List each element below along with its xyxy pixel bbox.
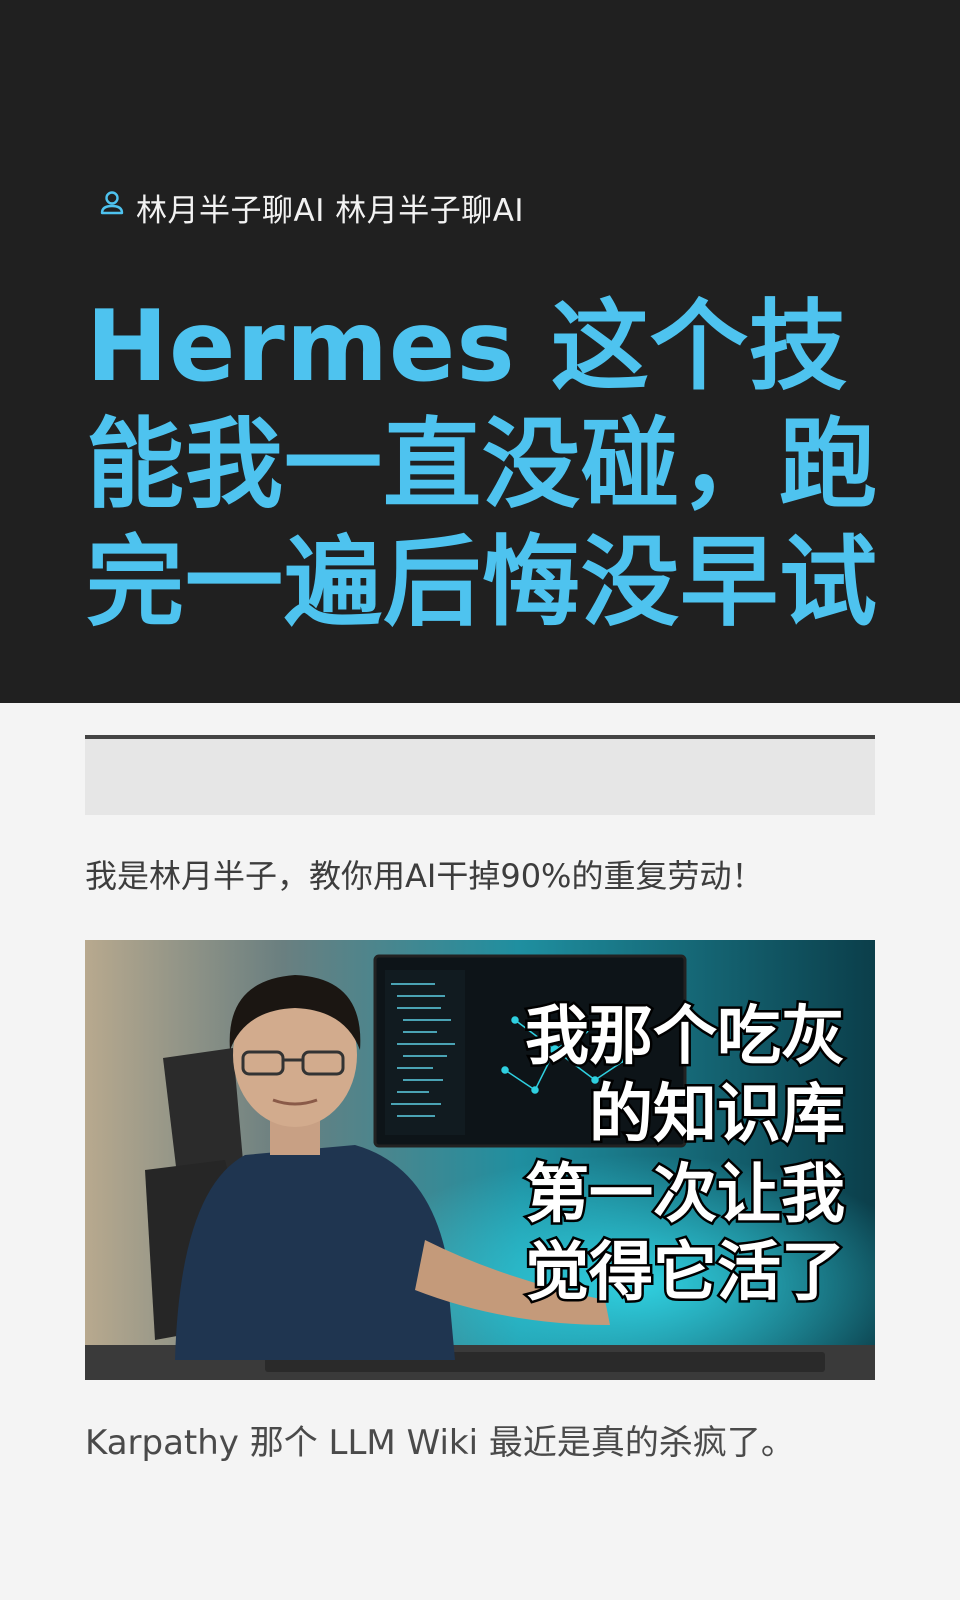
user-icon xyxy=(98,189,126,225)
author-line[interactable]: 林月半子聊AI 林月半子聊AI xyxy=(98,184,524,230)
article-title: Hermes 这个技 能我一直没碰，跑 完一遍后悔没早试 xyxy=(86,288,886,642)
cover-text-1: 我那个吃灰 xyxy=(525,1000,845,1074)
banner-placeholder xyxy=(85,739,875,815)
author-name[interactable]: 林月半子聊AI 林月半子聊AI xyxy=(136,185,524,230)
intro-text: 我是林月半子，教你用AI干掉90%的重复劳动！ xyxy=(85,857,764,895)
title-line-2: 能我一直没碰，跑 xyxy=(86,408,879,522)
cover-text-2: 的知识库 xyxy=(589,1078,845,1152)
cover-image[interactable]: 我那个吃灰 的知识库 第一次让我 觉得它活了 xyxy=(85,940,875,1380)
title-line-1: Hermes 这个技 xyxy=(86,290,848,404)
body-paragraph: Karpathy 那个 LLM Wiki 最近是真的杀疯了。 xyxy=(85,1423,795,1463)
cover-text-4: 觉得它活了 xyxy=(525,1236,845,1310)
title-line-3: 完一遍后悔没早试 xyxy=(86,526,879,640)
cover-text-3: 第一次让我 xyxy=(525,1158,845,1232)
article-header: 林月半子聊AI 林月半子聊AI Hermes 这个技 能我一直没碰，跑 完一遍后… xyxy=(0,0,960,703)
